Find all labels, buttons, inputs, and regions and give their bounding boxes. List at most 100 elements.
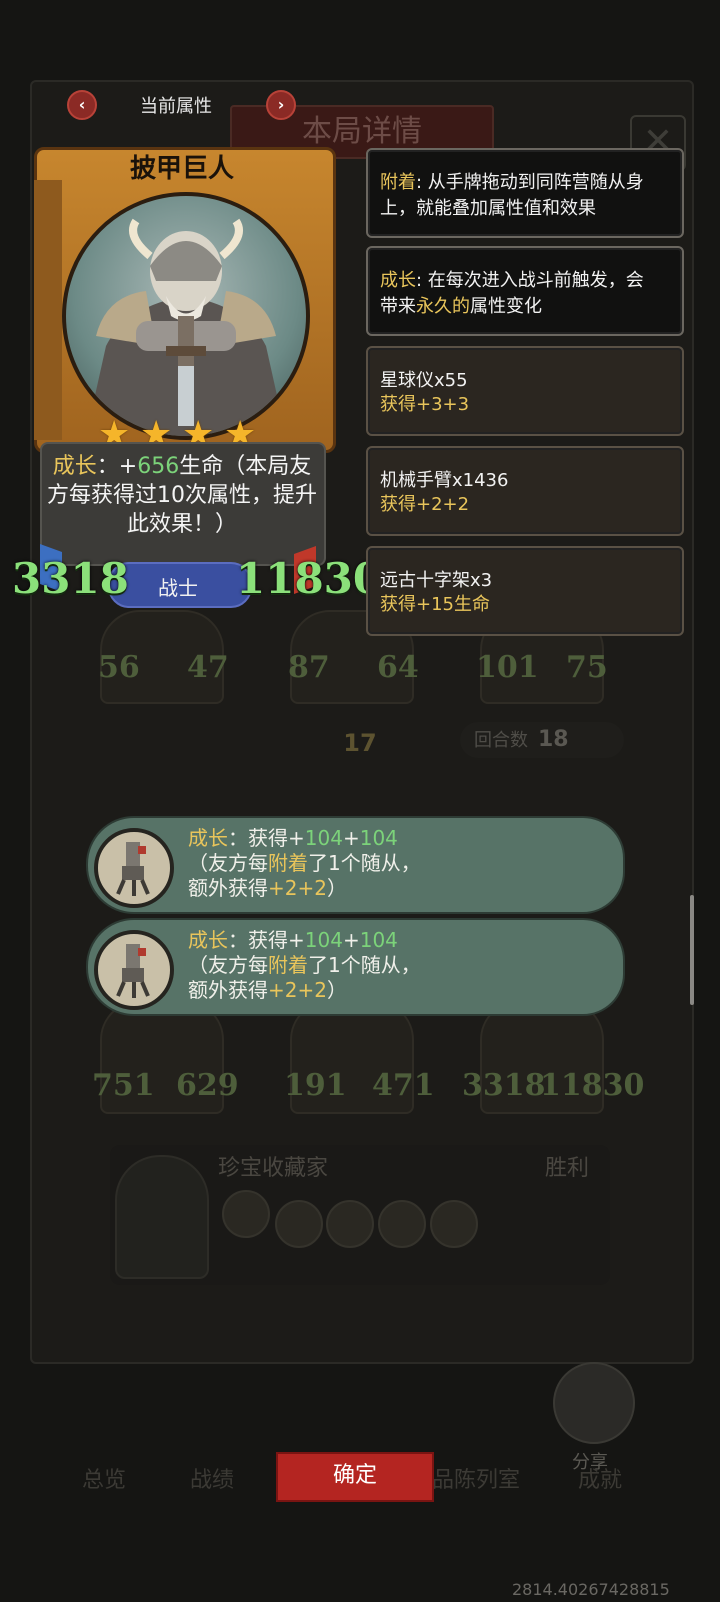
toast-line2-pre: （友方每 [188, 953, 268, 977]
card-class: 战士 [158, 576, 198, 600]
growth-info-line2: 带来永久的属性变化 [380, 292, 542, 318]
bg-attack: 87 [288, 650, 330, 685]
keyword-attach: 附着 [268, 953, 308, 977]
growth-toast: 成长：获得+104+104 （友方每附着了1个随从， 额外获得+2+2） [88, 818, 623, 912]
keyword-growth: 成长 [188, 826, 228, 850]
confirm-button[interactable]: 确定 [276, 1452, 434, 1502]
toast-line1: 成长：获得+104+104 [188, 826, 398, 851]
opponent-result: 胜利 [545, 1156, 590, 1181]
opponent-name: 珍宝收藏家 [218, 1156, 329, 1181]
card-description: 成长：+656生命（本局友方每获得过10次属性，提升此效果！） [46, 452, 318, 539]
toast-line3-post: ） [326, 978, 347, 1002]
card-portrait [62, 192, 310, 440]
keyword-growth: 成长 [52, 454, 97, 479]
growth-line2-pre: 带来 [380, 296, 416, 317]
current-attribute-label: 当前属性 [140, 96, 212, 117]
item-name: 远古十字架x3 [380, 570, 493, 591]
bg-health: 629 [176, 1068, 239, 1103]
toast-plus: + [342, 928, 360, 952]
bg-attack: 3318 [462, 1068, 546, 1103]
bg-attack: 56 [98, 650, 140, 685]
desc-plus: + [118, 454, 138, 479]
card-attack: 3318 [12, 554, 129, 603]
toast-line2-post: 了1个随从， [308, 851, 421, 875]
toast-line3: 额外获得+2+2） [188, 978, 347, 1003]
tab-overview[interactable]: 总览 [82, 1462, 126, 1494]
share-button[interactable] [553, 1362, 635, 1444]
bg-attack: 751 [92, 1068, 155, 1103]
card-name: 披甲巨人 [129, 154, 234, 184]
keyword-attach: 附着 [268, 851, 308, 875]
keyword-growth: 成长 [188, 928, 228, 952]
toast-plus: + [342, 826, 360, 850]
toast-line3-post: ） [326, 876, 347, 900]
rounds-value: 18 [538, 727, 569, 752]
opponent-item-slot [430, 1200, 478, 1248]
bg-health: 47 [187, 650, 229, 685]
growth-line2-post: 属性变化 [470, 296, 542, 317]
bg-health: 75 [566, 650, 608, 685]
toast-line3-pre: 额外获得 [188, 978, 268, 1002]
mechanical-arm-icon [94, 930, 174, 1010]
toast-line2: （友方每附着了1个随从， [188, 953, 421, 978]
toast-line2-pre: （友方每 [188, 851, 268, 875]
toast-line2: （友方每附着了1个随从， [188, 851, 421, 876]
growth-toast: 成长：获得+104+104 （友方每附着了1个随从， 额外获得+2+2） [88, 920, 623, 1014]
tab-achievements[interactable]: 成就 [578, 1462, 622, 1494]
chevron-left-icon[interactable]: ‹ [67, 90, 97, 120]
keyword-permanent: 永久的 [416, 296, 470, 317]
opponent-unit-slot [222, 1190, 270, 1238]
item-name: 星球仪x55 [380, 370, 468, 391]
attach-info-line1: 附着: 从手牌拖动到同阵营随从身 [380, 168, 644, 194]
item-name: 机械手臂x1436 [380, 470, 509, 491]
bg-attack: 191 [284, 1068, 347, 1103]
card-health: 11830 [236, 554, 383, 603]
rounds-counter: 回合数 18 [460, 722, 624, 758]
tab-gallery[interactable]: 品陈列室 [432, 1462, 520, 1494]
toast-line1: 成长：获得+104+104 [188, 928, 398, 953]
bg-health: 471 [372, 1068, 435, 1103]
bg-health: 11830 [540, 1068, 645, 1103]
item-gain: 获得+3+3 [380, 394, 470, 415]
opponent-item-slot [378, 1200, 426, 1248]
toast-health-gain: 104 [359, 928, 398, 952]
mechanical-arm-icon [94, 828, 174, 908]
toast-bonus: +2+2 [268, 978, 327, 1002]
level-badge: 17 [343, 729, 377, 757]
item-info-panel: 机械手臂x1436 获得+2+2 [366, 446, 684, 536]
toast-health-gain: 104 [359, 826, 398, 850]
toast-bonus: +2+2 [268, 876, 327, 900]
version-text: 2814.40267428815 [512, 1580, 670, 1599]
toast-line3-pre: 额外获得 [188, 876, 268, 900]
attach-info-panel: 附着: 从手牌拖动到同阵营随从身 上，就能叠加属性值和效果 [366, 148, 684, 238]
chevron-right-icon[interactable]: › [266, 90, 296, 120]
keyword-growth: 成长 [380, 270, 416, 291]
armored-giant-illustration [86, 218, 286, 436]
toast-gain-prefix: ：获得+ [228, 826, 305, 850]
growth-text: : 在每次进入战斗前触发，会 [416, 270, 644, 291]
toast-attack-gain: 104 [304, 928, 343, 952]
desc-colon: ： [96, 454, 119, 479]
opponent-item-slot [275, 1200, 323, 1248]
toast-gain-prefix: ：获得+ [228, 928, 305, 952]
bg-attack: 101 [476, 650, 539, 685]
item-info-panel: 星球仪x55 获得+3+3 [366, 346, 684, 436]
attach-text: : 从手牌拖动到同阵营随从身 [416, 172, 644, 193]
attach-info-line2: 上，就能叠加属性值和效果 [380, 198, 596, 219]
card-wood-trim [34, 180, 62, 440]
bg-health: 64 [377, 650, 419, 685]
scrollbar[interactable] [690, 895, 694, 1005]
keyword-attach: 附着 [380, 172, 416, 193]
toast-line2-post: 了1个随从， [308, 953, 421, 977]
item-gain: 获得+2+2 [380, 494, 470, 515]
item-info-panel: 远古十字架x3 获得+15生命 [366, 546, 684, 636]
growth-info-line1: 成长: 在每次进入战斗前触发，会 [380, 266, 644, 292]
tab-record[interactable]: 战绩 [190, 1462, 234, 1494]
desc-value: 656 [137, 454, 180, 479]
item-gain: 获得+15生命 [380, 594, 490, 615]
rounds-label: 回合数 [474, 730, 528, 751]
toast-attack-gain: 104 [304, 826, 343, 850]
growth-info-panel: 成长: 在每次进入战斗前触发，会 带来永久的属性变化 [366, 246, 684, 336]
toast-line3: 额外获得+2+2） [188, 876, 347, 901]
opponent-item-slot [326, 1200, 374, 1248]
